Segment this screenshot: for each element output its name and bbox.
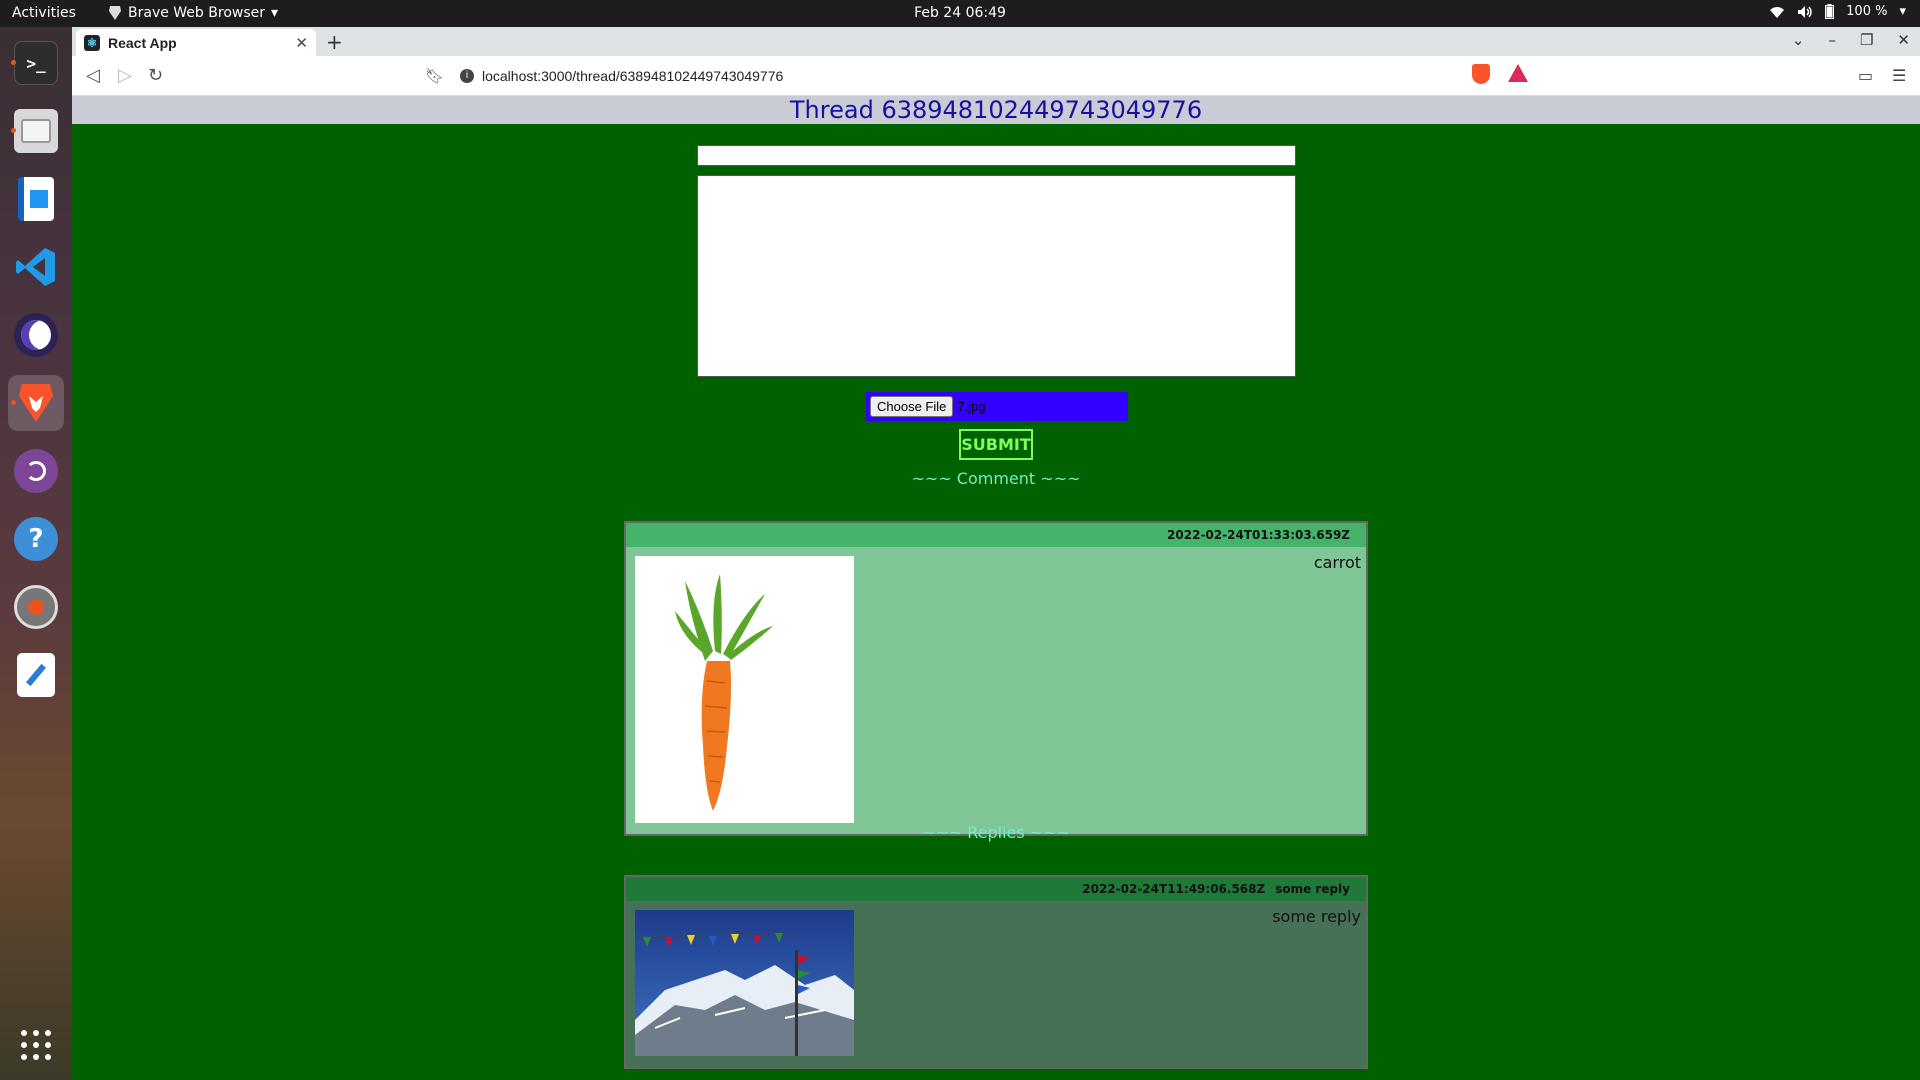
volume-icon — [1798, 5, 1812, 18]
restore-icon[interactable]: ❐ — [1860, 31, 1873, 49]
replies-section-label: ~~~ Replies ~~~ — [921, 823, 1071, 842]
close-tab-icon[interactable]: ✕ — [295, 34, 308, 52]
brave-shields-icon[interactable] — [1472, 64, 1490, 84]
wallet-icon[interactable]: ▭ — [1858, 66, 1873, 85]
dock-help[interactable]: ? — [8, 511, 64, 567]
app-menu-label: Brave Web Browser — [128, 5, 265, 21]
address-bar[interactable]: i localhost:3000/thread/6389481024497430… — [456, 61, 1612, 90]
close-window-icon[interactable]: ✕ — [1897, 31, 1910, 49]
back-icon[interactable]: ◁ — [86, 65, 100, 86]
post-text: some reply — [1272, 907, 1361, 926]
system-tray[interactable]: 100 % ▾ — [1769, 4, 1906, 19]
chevron-down-icon: ▾ — [1899, 4, 1906, 19]
comment-section-label: ~~~ Comment ~~~ — [911, 469, 1081, 488]
running-indicator — [11, 60, 16, 65]
wifi-icon — [1770, 6, 1785, 18]
window-controls: ⌄ – ❐ ✕ — [1792, 31, 1910, 49]
tab-search-icon[interactable]: ⌄ — [1792, 31, 1805, 49]
vscode-icon — [14, 245, 58, 289]
help-icon: ? — [14, 517, 58, 561]
subject-input[interactable] — [697, 145, 1296, 166]
browser-window: ⚛ React App ✕ + ⌄ – ❐ ✕ ◁ ▷ ↻ 🔖︎ i local… — [72, 27, 1920, 1080]
file-upload[interactable]: Choose File 7.jpg — [866, 392, 1128, 421]
dock-brave[interactable] — [8, 375, 64, 431]
post-timestamp: 2022-02-24T01:33:03.659Z — [1167, 528, 1350, 542]
bookmark-icon[interactable]: 🔖︎ — [425, 67, 444, 85]
running-indicator — [11, 400, 16, 405]
comment-post: 2022-02-24T01:33:03.659Z carrot — [624, 521, 1368, 836]
post-timestamp: 2022-02-24T11:49:06.568Z — [1082, 882, 1266, 896]
page-content: Thread 638948102449743049776 Choose File… — [72, 96, 1920, 1080]
comment-textarea[interactable] — [697, 175, 1296, 377]
reply-post: 2022-02-24T11:49:06.568Z some reply some… — [624, 875, 1368, 1069]
dock-text-editor[interactable] — [8, 647, 64, 703]
post-subject: some reply — [1275, 882, 1350, 896]
clock[interactable]: Feb 24 06:49 — [914, 5, 1006, 21]
brave-icon — [14, 381, 58, 425]
dock-eclipse[interactable] — [8, 307, 64, 363]
new-tab-button[interactable]: + — [326, 30, 343, 54]
text-editor-icon — [17, 653, 55, 697]
brave-lion-icon — [109, 6, 121, 20]
system-top-bar: Activities Brave Web Browser ▾ Feb 24 06… — [0, 0, 1920, 27]
carrot-image[interactable] — [635, 556, 854, 823]
files-icon — [14, 109, 58, 153]
submit-button[interactable]: SUBMIT — [959, 429, 1033, 460]
battery-percent: 100 % — [1846, 4, 1888, 19]
writer-icon — [18, 177, 54, 221]
battery-icon — [1825, 4, 1835, 19]
clock-container: Feb 24 06:49 — [0, 5, 1920, 21]
installer-icon — [14, 585, 58, 629]
dock-app-grid[interactable] — [8, 1017, 64, 1073]
post-header: 2022-02-24T01:33:03.659Z — [626, 523, 1366, 547]
app-grid-icon — [14, 1023, 58, 1067]
brave-rewards-icon[interactable] — [1508, 64, 1528, 82]
menu-icon[interactable]: ☰ — [1892, 66, 1906, 85]
minimize-icon[interactable]: – — [1828, 31, 1836, 49]
tab-title: React App — [108, 34, 177, 51]
reload-icon[interactable]: ↻ — [148, 65, 163, 86]
selected-file-name: 7.jpg — [957, 399, 986, 414]
tab-strip: ⚛ React App ✕ + ⌄ – ❐ ✕ — [72, 27, 1920, 56]
app-menu[interactable]: Brave Web Browser ▾ — [108, 5, 278, 21]
dock-terminal[interactable]: >_ — [8, 35, 64, 91]
mountain-image[interactable] — [635, 910, 854, 1056]
url-text[interactable]: localhost:3000/thread/638948102449743049… — [482, 68, 783, 84]
eclipse-icon — [14, 313, 58, 357]
dock-files[interactable] — [8, 103, 64, 159]
react-favicon-icon: ⚛ — [84, 34, 100, 51]
running-indicator — [11, 128, 16, 133]
dock-installer[interactable] — [8, 579, 64, 635]
page-title: Thread 638948102449743049776 — [72, 96, 1920, 124]
dock: >_ ? — [0, 27, 72, 1080]
site-info-icon[interactable]: i — [460, 68, 474, 83]
post-header: 2022-02-24T11:49:06.568Z some reply — [626, 877, 1366, 901]
tor-icon — [14, 449, 58, 493]
terminal-icon: >_ — [14, 41, 58, 85]
dock-vscode[interactable] — [8, 239, 64, 295]
post-text: carrot — [1313, 553, 1361, 572]
dock-tor[interactable] — [8, 443, 64, 499]
browser-toolbar: ◁ ▷ ↻ 🔖︎ i localhost:3000/thread/6389481… — [72, 56, 1920, 96]
choose-file-button[interactable]: Choose File — [870, 396, 954, 417]
forward-icon[interactable]: ▷ — [118, 65, 132, 86]
activities-button[interactable]: Activities — [12, 5, 76, 21]
chevron-down-icon: ▾ — [271, 5, 279, 21]
tab-react-app[interactable]: ⚛ React App ✕ — [76, 29, 316, 56]
dock-writer[interactable] — [8, 171, 64, 227]
